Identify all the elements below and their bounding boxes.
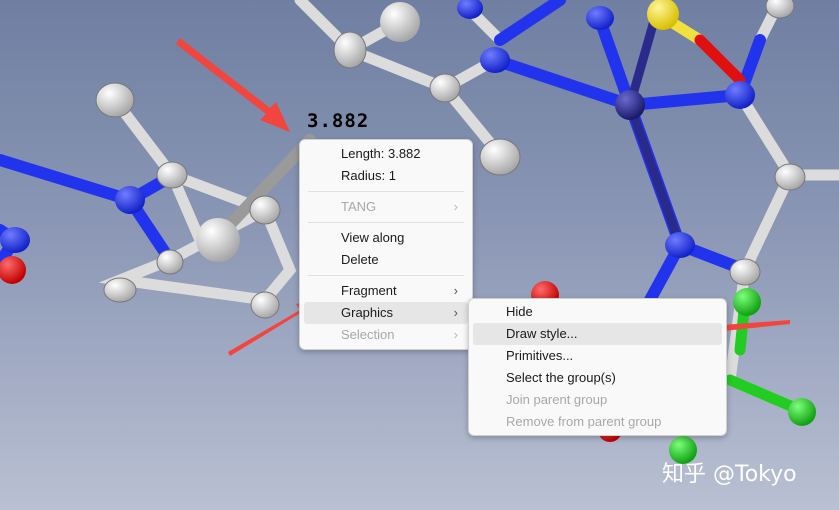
- menu-item-label: Remove from parent group: [506, 414, 662, 429]
- menu-item-label: Delete: [341, 252, 379, 267]
- menu-item-graphics[interactable]: Graphics ›: [304, 302, 468, 324]
- menu-item-primitives[interactable]: Primitives...: [473, 345, 722, 367]
- chevron-right-icon: ›: [453, 199, 458, 214]
- menu-item-length[interactable]: Length: 3.882: [304, 143, 468, 165]
- menu-item-label: Join parent group: [506, 392, 608, 407]
- menu-item-tang: TANG ›: [304, 196, 468, 218]
- menu-item-label: Draw style...: [506, 326, 578, 341]
- watermark: 知乎 @Tokyo: [662, 462, 797, 487]
- menu-item-label: Primitives...: [506, 348, 574, 363]
- menu-separator: [308, 191, 464, 192]
- menu-item-label: View along: [341, 230, 405, 245]
- distance-label: 3.882: [307, 110, 370, 132]
- menu-item-label: Radius: 1: [341, 168, 396, 183]
- menu-item-draw-style[interactable]: Draw style...: [473, 323, 722, 345]
- chevron-right-icon: ›: [453, 305, 458, 320]
- menu-item-label: Hide: [506, 304, 533, 319]
- chevron-right-icon: ›: [453, 327, 458, 342]
- menu-separator: [308, 222, 464, 223]
- menu-item-remove-from-parent-group: Remove from parent group: [473, 411, 722, 433]
- menu-item-label: Length: 3.882: [341, 146, 421, 161]
- menu-separator: [308, 275, 464, 276]
- menu-item-delete[interactable]: Delete: [304, 249, 468, 271]
- menu-item-label: Selection: [341, 327, 395, 342]
- chevron-right-icon: ›: [453, 283, 458, 298]
- menu-item-hide[interactable]: Hide: [473, 301, 722, 323]
- context-menu: Length: 3.882 Radius: 1 TANG › View along…: [299, 139, 473, 350]
- menu-item-join-parent-group: Join parent group: [473, 389, 722, 411]
- menu-item-selection: Selection ›: [304, 324, 468, 346]
- menu-item-radius[interactable]: Radius: 1: [304, 165, 468, 187]
- menu-item-label: TANG: [341, 199, 377, 214]
- menu-item-label: Select the group(s): [506, 370, 616, 385]
- menu-item-select-groups[interactable]: Select the group(s): [473, 367, 722, 389]
- menu-item-fragment[interactable]: Fragment ›: [304, 280, 468, 302]
- menu-item-label: Graphics: [341, 305, 394, 320]
- graphics-submenu: Hide Draw style... Primitives... Select …: [468, 298, 727, 436]
- menu-item-label: Fragment: [341, 283, 397, 298]
- menu-item-view-along[interactable]: View along: [304, 227, 468, 249]
